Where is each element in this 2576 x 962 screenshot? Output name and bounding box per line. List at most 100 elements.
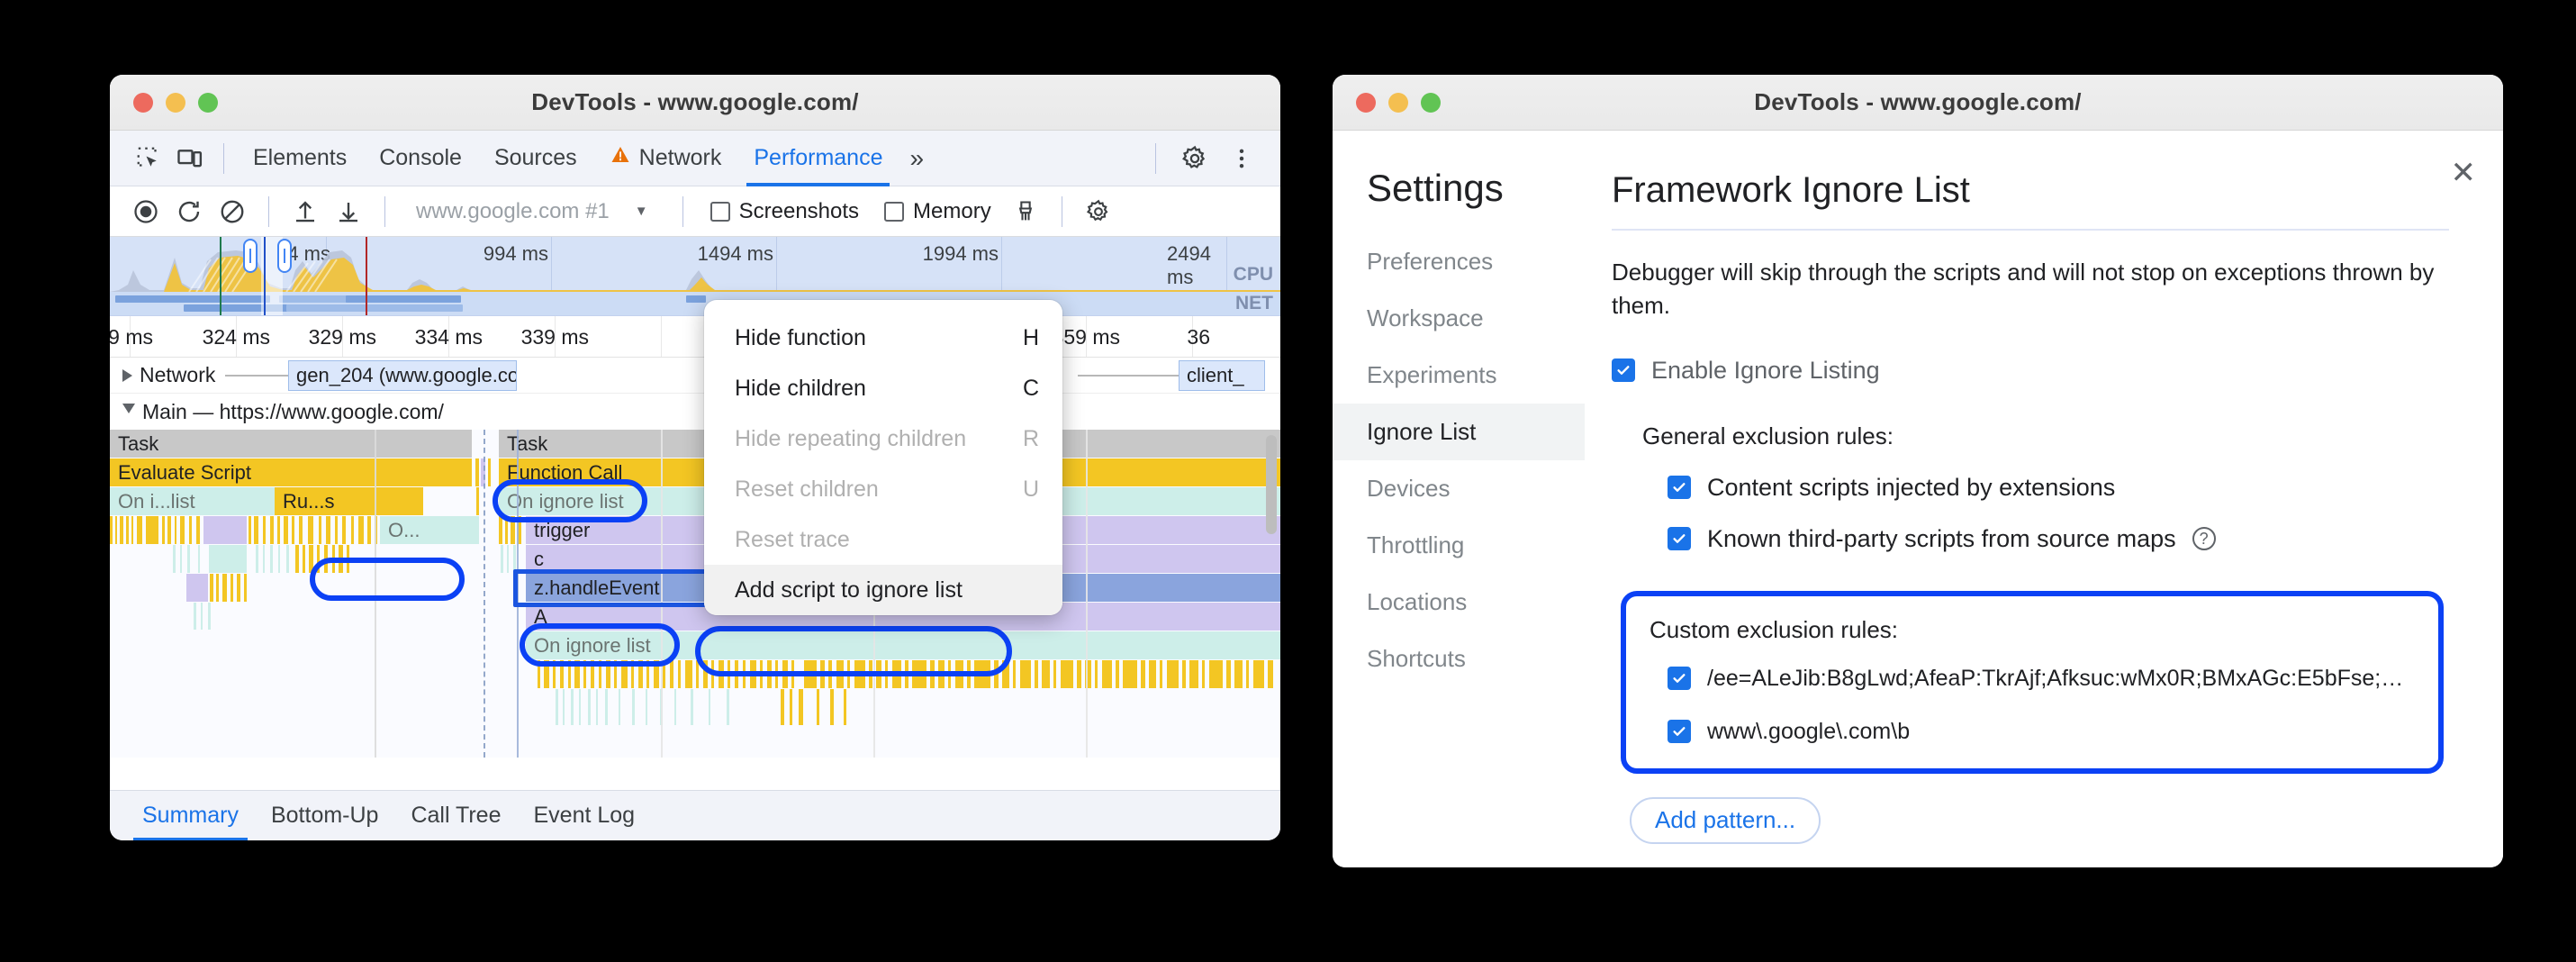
devtools-titlebar: DevTools - www.google.com/ xyxy=(110,75,1280,131)
main-track-row[interactable]: Main — https://www.google.com/ xyxy=(110,394,1280,430)
selection-pin xyxy=(517,430,519,758)
tabbar-divider xyxy=(223,143,224,174)
context-menu-label: Reset trace xyxy=(735,527,850,553)
flame-bar[interactable]: O... xyxy=(380,516,479,544)
ruler-label: 36 xyxy=(1187,325,1210,349)
checkbox-checked-icon xyxy=(1668,667,1691,690)
toolbar-divider-1 xyxy=(268,196,269,227)
flame-dense-stripes xyxy=(164,545,416,573)
close-icon[interactable]: ✕ xyxy=(2451,158,2477,188)
clear-icon[interactable] xyxy=(212,192,252,231)
add-pattern-button[interactable]: Add pattern... xyxy=(1630,797,1821,844)
gear-icon[interactable] xyxy=(1174,138,1216,179)
sidebar-item-workspace[interactable]: Workspace xyxy=(1333,290,1585,347)
context-menu-label: Reset children xyxy=(735,476,879,503)
selection-handle-right[interactable] xyxy=(277,239,292,273)
sidebar-item-throttling[interactable]: Throttling xyxy=(1333,517,1585,574)
window-title: DevTools - www.google.com/ xyxy=(110,88,1280,116)
checkbox-box xyxy=(884,202,904,222)
selection-handle-left[interactable] xyxy=(243,239,258,273)
sidebar-item-ignore-list[interactable]: Ignore List xyxy=(1333,404,1585,460)
enable-ignore-listing-checkbox[interactable]: Enable Ignore Listing xyxy=(1612,357,2449,385)
more-options-icon[interactable] xyxy=(1221,138,1262,179)
tab-summary[interactable]: Summary xyxy=(126,791,255,841)
context-menu-shortcut: H xyxy=(1023,325,1039,351)
context-menu-shortcut: C xyxy=(1023,376,1039,402)
sidebar-item-shortcuts[interactable]: Shortcuts xyxy=(1333,631,1585,687)
flame-dense-stripes xyxy=(520,660,1280,725)
record-icon[interactable] xyxy=(126,192,166,231)
context-menu-item-reset-trace: Reset trace xyxy=(704,514,1062,565)
custom-rule-row[interactable]: www\.google\.com\b xyxy=(1650,719,2415,745)
settings-title: Settings xyxy=(1333,167,1585,233)
network-request-chip[interactable]: gen_204 (www.google.com) xyxy=(288,360,517,391)
sidebar-item-locations[interactable]: Locations xyxy=(1333,574,1585,631)
flame-bar[interactable]: Evaluate Script xyxy=(110,458,472,486)
tab-network[interactable]: Network xyxy=(593,131,738,186)
context-menu-label: Add script to ignore list xyxy=(735,577,963,604)
context-menu-shortcut: U xyxy=(1023,476,1039,503)
device-toolbar-icon[interactable] xyxy=(169,138,211,179)
flame-bar[interactable]: Task xyxy=(110,430,472,458)
flame-chart-scrollbar[interactable] xyxy=(1266,435,1277,534)
sidebar-item-devices[interactable]: Devices xyxy=(1333,460,1585,517)
chevron-down-icon[interactable]: ▼ xyxy=(628,204,666,219)
flame-bar[interactable]: Ru...s xyxy=(275,487,423,515)
sidebar-item-experiments[interactable]: Experiments xyxy=(1333,347,1585,404)
download-profile-icon[interactable] xyxy=(329,192,368,231)
flame-chart[interactable]: Task Evaluate Script On i...list Ru...s … xyxy=(110,430,1280,758)
tab-sources[interactable]: Sources xyxy=(478,131,593,186)
tab-call-tree[interactable]: Call Tree xyxy=(394,791,517,841)
flame-thin-bars xyxy=(499,545,526,573)
details-pane-tabs: Summary Bottom-Up Call Tree Event Log xyxy=(110,790,1280,840)
general-exclusion-rules-group: General exclusion rules: Content scripts… xyxy=(1612,422,2449,553)
upload-profile-icon[interactable] xyxy=(285,192,325,231)
flame-chart-context-menu[interactable]: Hide function H Hide children C Hide rep… xyxy=(704,300,1062,615)
timeline-ruler: 9 ms 324 ms 329 ms 334 ms 339 ms 359 ms … xyxy=(110,316,1280,358)
tabbar-right-actions xyxy=(1143,138,1262,179)
context-menu-item-add-script-to-ignore-list[interactable]: Add script to ignore list xyxy=(704,565,1062,615)
checkbox-label: Enable Ignore Listing xyxy=(1651,357,1880,385)
content-scripts-checkbox[interactable]: Content scripts injected by extensions xyxy=(1642,474,2449,502)
screenshots-checkbox[interactable]: Screenshots xyxy=(700,199,870,224)
tab-event-log[interactable]: Event Log xyxy=(518,791,652,841)
sidebar-item-preferences[interactable]: Preferences xyxy=(1333,233,1585,290)
ruler-label: 9 ms xyxy=(110,325,153,349)
flame-bar[interactable]: On i...list xyxy=(110,487,275,515)
memory-checkbox[interactable]: Memory xyxy=(873,199,1002,224)
capture-settings-gear-icon[interactable] xyxy=(1079,192,1118,231)
collapse-triangle-icon[interactable] xyxy=(122,404,135,420)
network-request-chip-2[interactable]: client_ xyxy=(1179,360,1265,391)
ruler-label: 334 ms xyxy=(415,325,483,349)
tab-elements[interactable]: Elements xyxy=(237,131,363,186)
third-party-scripts-checkbox[interactable]: Known third-party scripts from source ma… xyxy=(1642,525,2449,553)
flame-bar-on-ignore-list-2[interactable]: On ignore list xyxy=(526,631,1280,659)
tab-bottom-up[interactable]: Bottom-Up xyxy=(255,791,394,841)
tab-console[interactable]: Console xyxy=(363,131,478,186)
settings-body: Settings Preferences Workspace Experimen… xyxy=(1333,131,2503,867)
page-title: Framework Ignore List xyxy=(1612,170,2449,211)
network-track-label: Network xyxy=(140,363,215,387)
selection-pin-dashed xyxy=(484,430,485,758)
context-menu-item-hide-children[interactable]: Hide children C xyxy=(704,363,1062,413)
checkbox-label: Known third-party scripts from source ma… xyxy=(1707,525,2176,553)
context-menu-item-hide-function[interactable]: Hide function H xyxy=(704,313,1062,363)
load-marker xyxy=(366,237,367,315)
network-overview-graph xyxy=(110,292,1280,315)
tab-label: Bottom-Up xyxy=(271,803,378,829)
inspect-element-icon[interactable] xyxy=(128,138,169,179)
settings-sidebar: Settings Preferences Workspace Experimen… xyxy=(1333,131,1585,867)
devtools-performance-window: DevTools - www.google.com/ Elements Cons… xyxy=(110,75,1280,840)
tab-performance[interactable]: Performance xyxy=(737,131,899,186)
devtools-tabbar: Elements Console Sources Network Perform… xyxy=(110,131,1280,186)
help-icon[interactable]: ? xyxy=(2192,527,2216,550)
reload-record-icon[interactable] xyxy=(169,192,209,231)
network-track-row[interactable]: Network gen_204 (www.google.com) client_ xyxy=(110,358,1280,394)
timeline-overview[interactable]: 4 ms 994 ms 1494 ms 1994 ms 2494 ms CPU … xyxy=(110,237,1280,316)
custom-exclusion-rules-label: Custom exclusion rules: xyxy=(1650,616,2415,644)
custom-rule-row[interactable]: /ee=ALeJib:B8gLwd;AfeaP:TkrAjf;Afksuc:wM… xyxy=(1650,666,2415,692)
collect-garbage-icon[interactable] xyxy=(1006,192,1045,231)
recording-select-value[interactable]: www.google.com #1 xyxy=(402,199,624,224)
more-tabs-icon[interactable]: » xyxy=(899,144,935,173)
expand-triangle-icon[interactable] xyxy=(122,369,132,382)
